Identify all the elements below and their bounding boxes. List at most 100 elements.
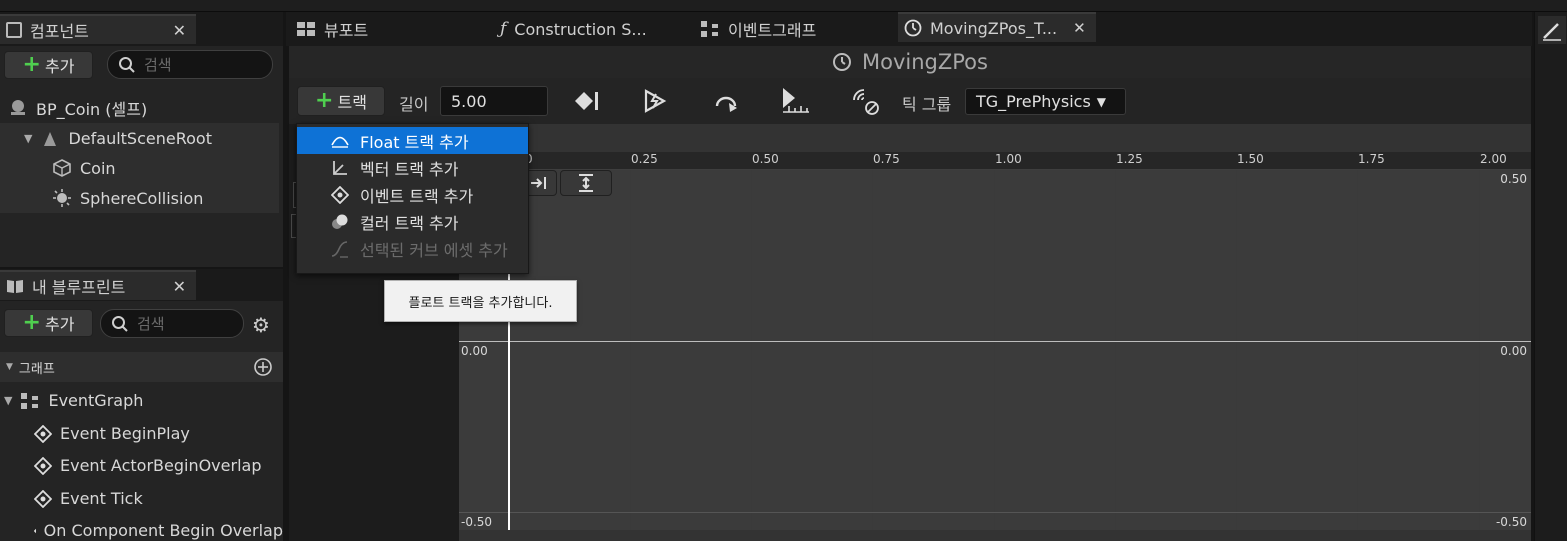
- tree-item-scene-root[interactable]: ▼ DefaultSceneRoot: [0, 123, 279, 153]
- search-icon: [119, 56, 135, 73]
- value-label-right: 0.50: [1500, 172, 1527, 186]
- tooltip: 플로트 트랙을 추가합니다.: [384, 280, 577, 322]
- document-tab-bar: 뷰포트 ƒ Construction S... 이벤트그래프 MovingZPo…: [286, 12, 1532, 46]
- chevron-down-icon: ▼: [1096, 94, 1107, 109]
- settings-gear-icon[interactable]: ⚙: [252, 313, 270, 337]
- add-track-button[interactable]: + 트랙: [297, 86, 385, 116]
- event-item[interactable]: Event ActorBeginOverlap: [34, 456, 261, 475]
- tab-components[interactable]: 컴포넌트 ✕: [0, 14, 196, 44]
- tree-item-root[interactable]: BP_Coin (셀프): [8, 96, 147, 120]
- book-icon: [7, 280, 23, 293]
- right-side-strip: [1534, 12, 1567, 541]
- tab-construction-script[interactable]: ƒ Construction S...: [500, 14, 647, 44]
- add-blueprint-item-button[interactable]: + 추가: [4, 309, 93, 337]
- tab-viewport[interactable]: 뷰포트: [296, 14, 368, 44]
- menu-item-add-selected-curve-asset: 선택된 커브 에셋 추가: [297, 235, 528, 262]
- add-key-icon[interactable]: [573, 90, 601, 112]
- tree-item-sphere-collision[interactable]: SphereCollision: [0, 183, 279, 213]
- color-circles-icon: [332, 214, 348, 229]
- tree-label: DefaultSceneRoot: [68, 128, 212, 148]
- components-panel: 컴포넌트 ✕ + 추가 검색 BP_Coin (셀프) ▼ DefaultSce…: [0, 12, 283, 267]
- tooltip-text: 플로트 트랙을 추가합니다.: [408, 295, 553, 311]
- menu-item-add-vector-track[interactable]: 벡터 트랙 추가: [297, 154, 528, 181]
- grid-line: [751, 170, 752, 530]
- zoom-fit-vertical-button[interactable]: [560, 170, 612, 196]
- vector-axes-icon: [333, 161, 347, 175]
- tree-label: SphereCollision: [80, 188, 204, 208]
- component-search-input[interactable]: 검색: [107, 50, 273, 79]
- sphere-collision-icon: [53, 189, 71, 207]
- grid-line: [1357, 170, 1358, 530]
- event-label: Event ActorBeginOverlap: [60, 456, 262, 475]
- time-tick-label: 1.50: [1237, 152, 1264, 166]
- static-mesh-icon: [53, 159, 71, 177]
- blueprint-search-input[interactable]: 검색: [100, 309, 244, 338]
- menu-label: 선택된 커브 에셋 추가: [360, 240, 508, 260]
- time-tick-label: 1.00: [995, 152, 1022, 166]
- graph-section-header[interactable]: ▼ 그래프: [0, 352, 283, 382]
- event-graph-icon: [701, 21, 718, 37]
- add-component-button[interactable]: + 추가: [4, 51, 93, 79]
- menu-item-add-color-track[interactable]: 컬러 트랙 추가: [297, 208, 528, 235]
- edit-pencil-icon: [1543, 23, 1561, 41]
- close-icon[interactable]: ✕: [173, 21, 186, 40]
- menu-item-add-event-track[interactable]: 이벤트 트랙 추가: [297, 181, 528, 208]
- add-label: 추가: [44, 315, 75, 334]
- tick-group-value: TG_PrePhysics: [976, 92, 1091, 111]
- event-label: Event Tick: [60, 489, 143, 508]
- clock-icon: [833, 53, 852, 71]
- tab-label: Construction S...: [514, 19, 647, 39]
- value-label-right: -0.50: [1495, 515, 1527, 529]
- plus-icon: +: [315, 88, 334, 113]
- add-label: 추가: [44, 57, 75, 76]
- tree-item-event-graph[interactable]: ▼ EventGraph: [4, 391, 143, 410]
- close-icon[interactable]: ✕: [173, 277, 186, 296]
- actor-icon: [11, 100, 25, 115]
- length-input[interactable]: 5.00: [440, 86, 548, 116]
- time-tick-label: 1.25: [1116, 152, 1143, 166]
- function-icon: ƒ: [500, 19, 507, 39]
- add-graph-icon[interactable]: [253, 357, 273, 377]
- grid-line: [1115, 170, 1116, 530]
- autoplay-icon[interactable]: [642, 88, 668, 114]
- tab-label: 뷰포트: [324, 21, 369, 40]
- event-diamond-icon: [34, 456, 52, 475]
- event-item[interactable]: Event BeginPlay: [34, 424, 190, 443]
- collapse-arrow-icon: ▼: [4, 394, 13, 407]
- menu-item-add-float-track[interactable]: Float 트랙 추가: [297, 127, 528, 154]
- bottom-value-line: [459, 512, 1531, 513]
- event-label: Event BeginPlay: [60, 424, 190, 443]
- tab-my-blueprint[interactable]: 내 블루프린트 ✕: [0, 270, 196, 300]
- curve-asset-icon: [331, 241, 348, 258]
- my-blueprint-panel: 내 블루프린트 ✕ + 추가 검색 ⚙ ▼ 그래프 ▼ EventGraph E…: [0, 269, 283, 541]
- grid-line: [994, 170, 995, 530]
- scene-component-icon: [44, 132, 57, 146]
- time-tick-label: 0.75: [873, 152, 900, 166]
- viewport-grid-icon: [297, 22, 315, 36]
- event-label: On Component Begin Overlap: [43, 521, 283, 540]
- grid-line: [630, 170, 631, 530]
- event-item[interactable]: Event Tick: [34, 489, 143, 508]
- tab-event-graph[interactable]: 이벤트그래프: [700, 14, 816, 44]
- collapse-arrow-icon: ▼: [24, 131, 33, 145]
- menu-label: 이벤트 트랙 추가: [360, 186, 474, 206]
- blueprint-tab-header: 내 블루프린트 ✕: [0, 269, 283, 301]
- plus-icon: +: [22, 52, 41, 77]
- tick-group-dropdown[interactable]: TG_PrePhysics ▼: [965, 88, 1126, 115]
- tab-timeline[interactable]: MovingZPos_T... ✕: [898, 12, 1096, 42]
- replicated-icon[interactable]: [850, 86, 882, 116]
- search-icon: [112, 315, 128, 332]
- time-tick-label: 0.25: [631, 152, 658, 166]
- tree-item-coin[interactable]: Coin: [0, 153, 279, 183]
- details-toggle[interactable]: [1538, 16, 1566, 44]
- loop-icon[interactable]: [711, 88, 741, 114]
- components-tab-label: 컴포넌트: [30, 22, 89, 41]
- value-label-right: 0.00: [1500, 344, 1527, 358]
- value-label-left: -0.50: [461, 515, 493, 529]
- close-icon[interactable]: ✕: [1073, 19, 1086, 37]
- grid-line: [872, 170, 873, 530]
- use-last-keyframe-icon[interactable]: [779, 86, 811, 116]
- timeline-toolbar: + 트랙 길이 5.00 틱 그룹 TG_PrePhysics ▼: [289, 78, 1531, 124]
- tab-label: MovingZPos_T...: [930, 18, 1058, 38]
- event-item[interactable]: On Component Begin Overlap: [34, 521, 283, 540]
